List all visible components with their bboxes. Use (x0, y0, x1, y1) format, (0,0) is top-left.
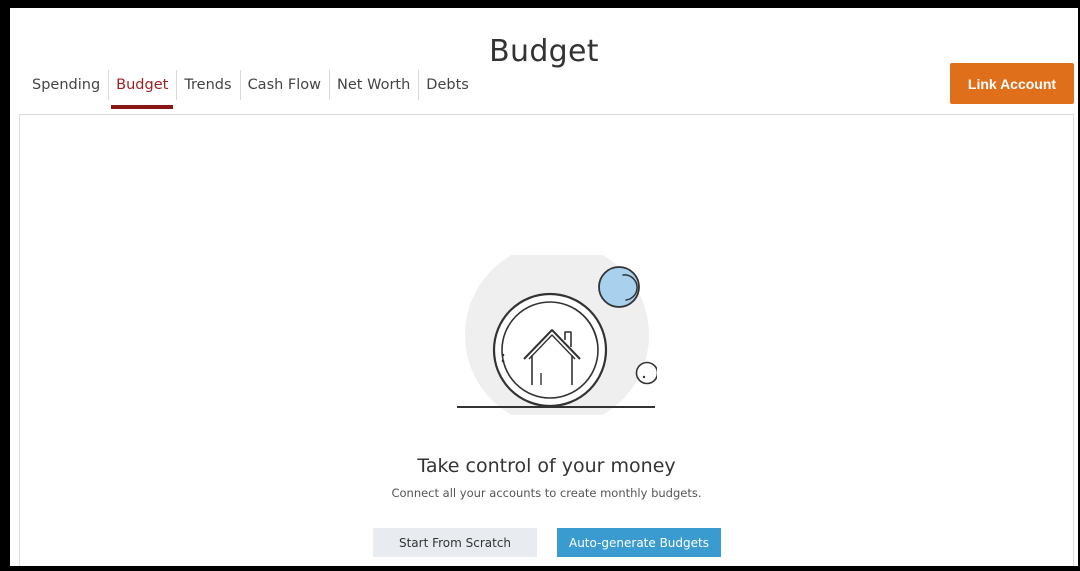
tab-cash-flow[interactable]: Cash Flow (239, 68, 329, 102)
tab-debts[interactable]: Debts (418, 68, 477, 102)
link-account-button[interactable]: Link Account (950, 63, 1074, 104)
tab-bar: Spending Budget Trends Cash Flow Net Wor… (24, 68, 477, 112)
auto-generate-budgets-button[interactable]: Auto-generate Budgets (557, 528, 721, 557)
tab-trends[interactable]: Trends (176, 68, 239, 102)
app-window: Budget Spending Budget Trends Cash Flow … (10, 8, 1078, 566)
page-title: Budget (489, 34, 599, 70)
tab-budget[interactable]: Budget (108, 68, 176, 109)
start-from-scratch-button[interactable]: Start From Scratch (373, 528, 537, 557)
budget-empty-state-panel: Take control of your money Connect all y… (19, 114, 1074, 566)
empty-state-headline: Take control of your money (417, 455, 676, 477)
empty-state-subtext: Connect all your accounts to create mont… (391, 486, 702, 500)
tab-net-worth[interactable]: Net Worth (329, 68, 418, 102)
tab-spending[interactable]: Spending (24, 68, 108, 102)
house-coin-icon (457, 255, 657, 415)
